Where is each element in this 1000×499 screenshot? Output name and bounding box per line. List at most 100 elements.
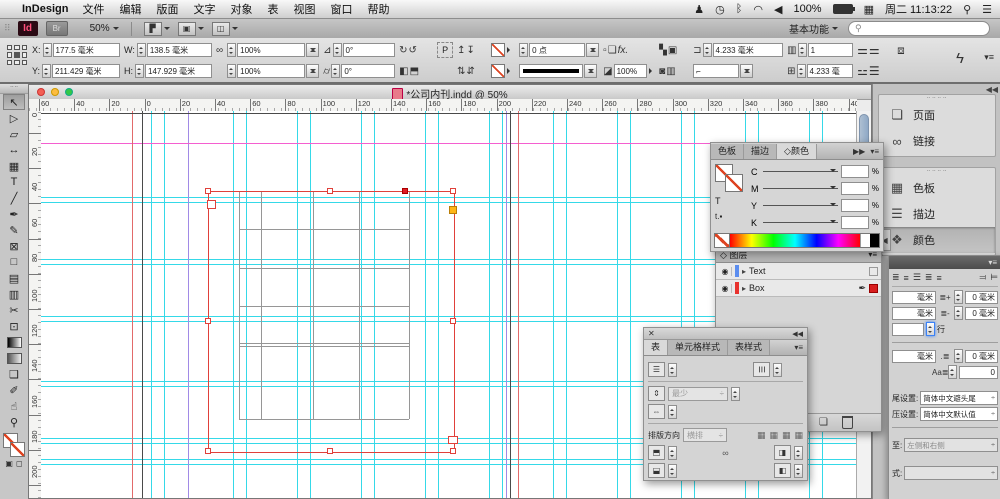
note-tool[interactable]: ❑ <box>3 366 25 382</box>
content-collector-tool[interactable]: ▦ <box>3 158 25 174</box>
width-field[interactable]: W: 138.5 毫米 <box>124 43 212 57</box>
menubar-menu-5[interactable]: 表 <box>267 1 278 17</box>
gutter-field[interactable]: ⊞ 4.233 毫 <box>787 64 854 78</box>
selection-tool[interactable]: ↖ <box>3 94 25 110</box>
input-method-icon[interactable]: ▦ <box>864 3 874 16</box>
selection-handle[interactable] <box>327 448 333 454</box>
menubar-menu-8[interactable]: 帮助 <box>367 1 389 17</box>
valign-center-icon[interactable]: ⇅ <box>457 66 465 77</box>
fill-color-swatch[interactable] <box>491 43 515 57</box>
align-grid-icon-3[interactable]: ▦ <box>782 430 791 441</box>
menubar-menu-4[interactable]: 对象 <box>230 1 252 17</box>
table-panel-menu-icon[interactable]: ▾≡ <box>794 343 803 352</box>
quick-apply-icon[interactable]: ϟ <box>956 50 964 67</box>
color-panel-forward-icon[interactable]: ▶▶ <box>853 147 865 156</box>
notification-center-icon[interactable]: ☰ <box>982 3 992 16</box>
align-icons-2[interactable]: ⚌ <box>869 43 880 57</box>
delete-layer-icon[interactable] <box>842 416 853 429</box>
menubar-menu-2[interactable]: 版面 <box>156 1 178 17</box>
formatting-affects-text-icon[interactable]: T <box>715 196 721 206</box>
tools-panel-grip[interactable]: ⠒⠒ <box>0 84 28 94</box>
justify-icon-1[interactable]: ≡ <box>904 273 909 283</box>
channel-value-y[interactable] <box>840 199 869 212</box>
shear-angle-field[interactable]: ⌭ 0° <box>323 64 396 78</box>
channel-slider-c[interactable] <box>763 169 838 175</box>
new-layer-icon[interactable]: ❏ <box>819 417 828 428</box>
color-panel-menu-icon[interactable]: ▾≡ <box>870 147 879 156</box>
justify-icon-3[interactable]: ≣ <box>925 272 933 283</box>
selection-handle[interactable] <box>327 188 333 194</box>
align-grid-icon-2[interactable]: ▦ <box>769 430 778 441</box>
gap-tool[interactable]: ↔ <box>3 142 25 158</box>
layer-row-text[interactable]: ◉ ▸ Text <box>716 263 881 280</box>
layer-visibility-icon[interactable]: ◉ <box>719 283 732 293</box>
corner-shape-dropdown[interactable]: ⌐ <box>693 64 783 78</box>
eyedropper-tool[interactable]: ✐ <box>3 382 25 398</box>
bridge-button[interactable]: Br <box>45 21 68 36</box>
inset-right-stepper[interactable] <box>794 445 804 460</box>
apply-color-icon[interactable]: ▣ <box>5 459 13 468</box>
channel-slider-y[interactable] <box>763 203 838 206</box>
selection-handle[interactable] <box>205 318 211 324</box>
workspace-switcher[interactable]: 基本功能 <box>789 21 838 36</box>
spectrum-black-swatch[interactable] <box>870 234 879 247</box>
indent-stepper-2[interactable] <box>954 306 963 320</box>
wrap-jump-icon[interactable]: ▥ <box>666 66 675 77</box>
dock-item-links[interactable]: ∞ 链接 <box>879 128 995 154</box>
table-panel-collapse-icon[interactable]: ◀◀ <box>792 330 803 338</box>
object-style-icon[interactable]: ▫ <box>603 45 607 56</box>
color-panel-tab-2[interactable]: ◇颜色 <box>777 144 817 159</box>
layer-visibility-icon[interactable]: ◉ <box>719 266 732 276</box>
slider-thumb[interactable] <box>829 186 836 192</box>
slider-thumb[interactable] <box>829 169 836 175</box>
space-stepper[interactable] <box>954 349 963 363</box>
view-options-dropdown[interactable]: ▛ <box>143 21 170 36</box>
height-field[interactable]: H: 147.929 毫米 <box>124 64 212 78</box>
justify-icon-2[interactable]: ☰ <box>913 272 921 283</box>
x-position-field[interactable]: X: 177.5 毫米 <box>32 43 120 57</box>
selection-handle-active[interactable] <box>402 188 408 194</box>
rectangle-tool[interactable]: □ <box>3 254 25 270</box>
dock-collapse-icon[interactable]: ◀◀ <box>986 85 998 94</box>
toolbar-fill-stroke[interactable] <box>3 433 25 457</box>
color-stroke-none-swatch[interactable] <box>725 174 743 192</box>
guide-vertical[interactable] <box>489 111 490 498</box>
drop-cap-lines-field[interactable] <box>892 322 924 336</box>
guide-vertical[interactable] <box>566 111 567 498</box>
inset-top-stepper[interactable] <box>668 445 677 460</box>
valign-bottom-icon[interactable]: ↧ <box>467 45 475 56</box>
channel-slider-k[interactable] <box>763 220 838 223</box>
selection-handle[interactable] <box>450 448 456 454</box>
selection-handle[interactable] <box>205 188 211 194</box>
wrap-around-icon[interactable]: ◙ <box>659 66 665 77</box>
vertical-grid-tool[interactable]: ▥ <box>3 286 25 302</box>
writing-direction-dropdown[interactable]: 横排 ÷ <box>683 428 727 442</box>
wifi-icon[interactable]: ◠ <box>753 3 763 16</box>
constrain-proportions-icon[interactable]: ∞ <box>216 45 223 56</box>
gradient-tool[interactable] <box>3 334 25 350</box>
opacity-field[interactable]: ◪ 100% <box>603 64 655 78</box>
control-panel-menu-icon[interactable]: ▾≡ <box>984 52 994 63</box>
y-position-field[interactable]: Y: 211.429 毫米 <box>32 64 120 78</box>
scale-y-field[interactable]: 100% <box>227 64 320 78</box>
spectrum-none-swatch[interactable] <box>715 234 730 247</box>
hand-tool[interactable]: ☝ <box>3 398 25 414</box>
space-value[interactable]: 0 毫米 <box>965 349 998 363</box>
color-panel-tab-1[interactable]: 描边 <box>744 144 778 159</box>
guide-vertical[interactable] <box>151 111 152 498</box>
menubar-menu-3[interactable]: 文字 <box>193 1 215 17</box>
align-grid-icon-4[interactable]: ▦ <box>794 430 803 441</box>
type-tool[interactable]: T <box>3 174 25 190</box>
channel-value-m[interactable] <box>840 182 869 195</box>
layer-target-box[interactable] <box>869 266 878 276</box>
spectrum-bar[interactable] <box>730 234 860 247</box>
inset-left-stepper[interactable] <box>794 463 803 478</box>
stroke-style-dropdown[interactable] <box>519 64 599 78</box>
layer-expand-icon[interactable]: ▸ <box>742 284 746 293</box>
indent-value-1[interactable]: 0 毫米 <box>965 290 998 304</box>
direct-selection-tool[interactable]: ▷ <box>3 110 25 126</box>
drop-shadow-icon[interactable]: ❏ <box>608 45 617 56</box>
indent-value-2[interactable]: 0 毫米 <box>965 306 998 320</box>
guide-vertical[interactable] <box>630 111 631 498</box>
time-machine-icon[interactable]: ◷ <box>715 3 725 16</box>
